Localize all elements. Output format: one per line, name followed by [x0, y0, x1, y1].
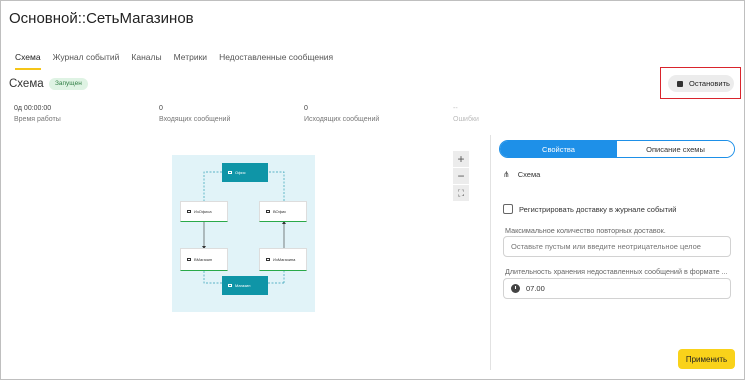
stat-uptime: 0д 00:00:00 Время работы [14, 105, 61, 123]
node-label: ВМагазин [194, 257, 213, 262]
apply-button[interactable]: Применить [678, 349, 735, 369]
gears-icon [187, 258, 191, 261]
node-to-office[interactable]: ВОфис [259, 201, 307, 222]
fit-screen-button[interactable]: ⛶ [453, 185, 469, 201]
stat-value: 0 [159, 105, 163, 112]
stop-icon [677, 80, 683, 87]
stat-value: -- [453, 105, 458, 112]
clock-icon [511, 284, 520, 293]
stat-label: Время работы [14, 116, 61, 123]
node-label: Офис [235, 170, 246, 175]
retries-label: Максимальное количество повторных достав… [505, 226, 666, 235]
stat-label: Ошибки [453, 116, 479, 123]
retention-input[interactable]: 07.00 [503, 278, 731, 299]
retention-label: Длительность хранения недоставленных соо… [505, 267, 728, 276]
tab-channels[interactable]: Каналы [131, 52, 161, 70]
node-from-shop[interactable]: ИзМагазина [259, 248, 307, 271]
tab-undelivered[interactable]: Недоставленные сообщения [219, 52, 333, 70]
node-shop[interactable]: Магазин [222, 276, 268, 295]
stat-value: 0д 00:00:00 [14, 105, 52, 112]
stat-errors: -- Ошибки [453, 105, 479, 123]
retention-value: 07.00 [526, 284, 545, 293]
delivery-log-checkbox[interactable] [503, 204, 513, 214]
section-title: Схема [9, 78, 44, 90]
node-label: Магазин [235, 283, 251, 288]
gears-icon [266, 210, 270, 213]
hierarchy-icon: ⋔ [503, 170, 510, 179]
status-badge: Запущен [49, 78, 88, 90]
delivery-log-option: Регистрировать доставку в журнале событи… [503, 204, 676, 214]
zoom-in-button[interactable]: + [453, 151, 469, 167]
node-from-office[interactable]: ИзОфиса [180, 201, 228, 222]
properties-tab-switch: Свойства Описание схемы [499, 140, 735, 158]
tab-schema-description[interactable]: Описание схемы [617, 141, 734, 157]
tab-metrics[interactable]: Метрики [174, 52, 207, 70]
tab-properties[interactable]: Свойства [500, 141, 617, 157]
stat-incoming: 0 Входящих сообщений [159, 105, 230, 123]
gears-icon [187, 210, 191, 213]
zoom-out-button[interactable]: − [453, 168, 469, 184]
stat-label: Входящих сообщений [159, 116, 231, 123]
node-label: ИзОфиса [194, 209, 212, 214]
stop-button-label: Остановить [689, 79, 730, 88]
tab-event-log[interactable]: Журнал событий [53, 52, 120, 70]
schema-tree-item[interactable]: ⋔ Схема [503, 170, 540, 179]
stop-button[interactable]: Остановить [668, 75, 734, 92]
stat-outgoing: 0 Исходящих сообщений [304, 105, 379, 123]
gears-icon [266, 258, 270, 261]
node-label: ИзМагазина [273, 257, 296, 262]
stat-label: Исходящих сообщений [304, 116, 380, 123]
node-office[interactable]: Офис [222, 163, 268, 182]
retries-input[interactable] [503, 236, 731, 257]
tab-bar: Схема Журнал событий Каналы Метрики Недо… [15, 52, 345, 70]
delivery-log-label: Регистрировать доставку в журнале событи… [519, 204, 677, 214]
monitor-icon [228, 284, 232, 287]
monitor-icon [228, 171, 232, 174]
schema-diagram[interactable]: Офис ИзОфиса ВОфис ВМагазин ИзМагазина М… [172, 155, 315, 312]
node-label: ВОфис [273, 209, 287, 214]
schema-tree-label: Схема [517, 170, 541, 179]
panel-divider [490, 135, 491, 370]
page-title: Основной::СетьМагазинов [9, 10, 194, 27]
tab-schema[interactable]: Схема [15, 52, 41, 70]
node-to-shop[interactable]: ВМагазин [180, 248, 228, 271]
stat-value: 0 [304, 105, 308, 112]
